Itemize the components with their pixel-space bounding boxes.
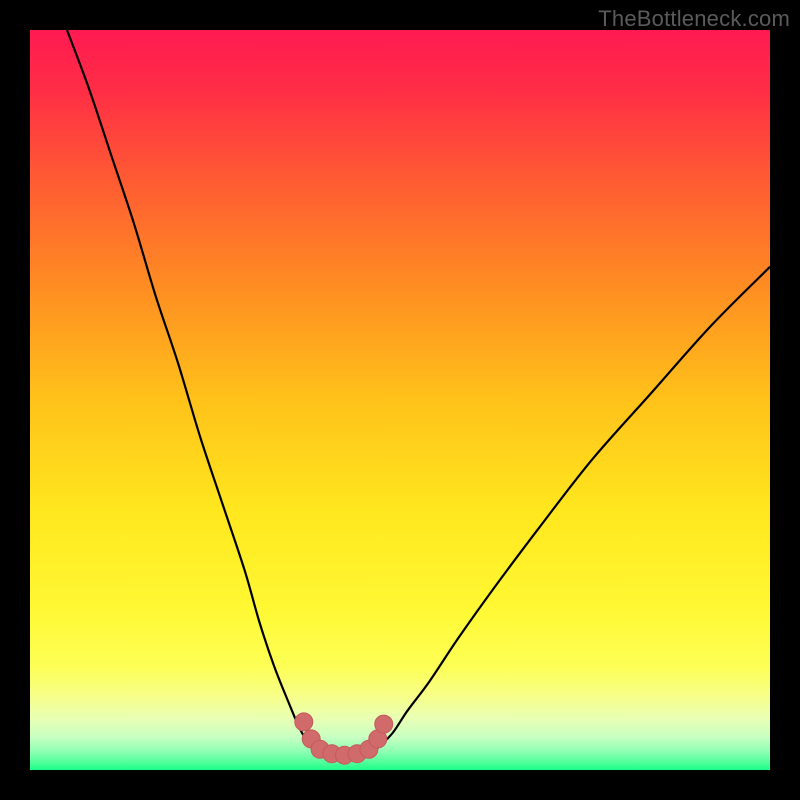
plot-frame: [30, 30, 770, 770]
background-gradient: [30, 30, 770, 770]
watermark-text: TheBottleneck.com: [598, 6, 790, 32]
